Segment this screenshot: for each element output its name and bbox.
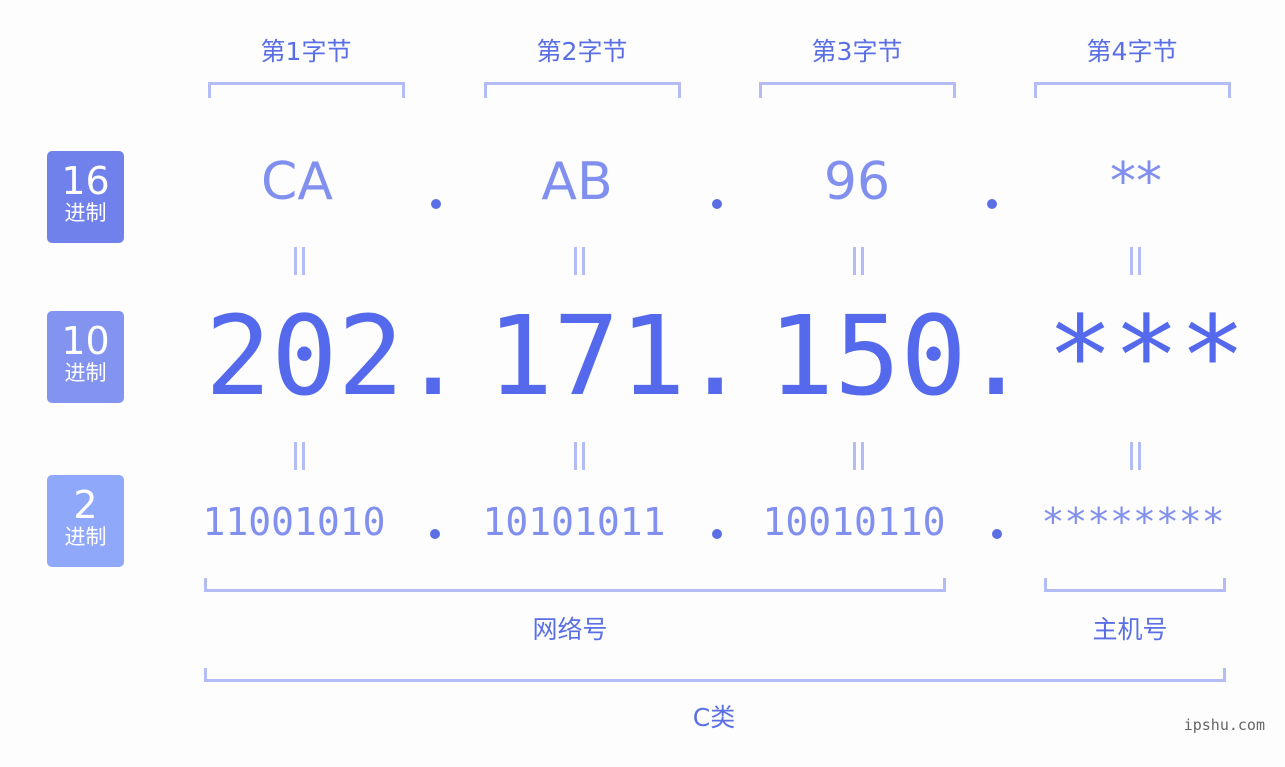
hex-separator-2 xyxy=(712,199,722,209)
decimal-byte-2: 171 xyxy=(487,292,686,420)
byte-bracket-3 xyxy=(759,82,956,98)
byte-title-2: 第2字节 xyxy=(536,37,628,66)
hex-byte-1: CA xyxy=(261,152,333,212)
badge-hex: 16 进制 xyxy=(47,151,124,243)
equals-icon xyxy=(572,247,586,275)
hex-byte-3: 96 xyxy=(823,152,891,212)
host-bracket xyxy=(1044,578,1226,592)
byte-bracket-4 xyxy=(1034,82,1231,98)
decimal-byte-1: 202 xyxy=(205,292,404,420)
byte-bracket-1 xyxy=(208,82,405,98)
network-label: 网络号 xyxy=(532,615,608,644)
equals-icon xyxy=(851,247,865,275)
decimal-separator-3: . xyxy=(963,292,1030,420)
binary-separator-2 xyxy=(712,529,722,539)
binary-byte-1: 11001010 xyxy=(202,500,386,544)
binary-byte-3: 10010110 xyxy=(762,500,946,544)
badge-decimal: 10 进制 xyxy=(47,311,124,403)
badge-binary-number: 2 xyxy=(73,483,98,527)
equals-icon xyxy=(292,442,306,470)
class-label: C类 xyxy=(692,703,736,732)
byte-title-4: 第4字节 xyxy=(1086,37,1178,66)
network-bracket xyxy=(204,578,946,592)
byte-title-3: 第3字节 xyxy=(811,37,903,66)
decimal-byte-4: *** xyxy=(1047,292,1246,420)
equals-icon xyxy=(1128,247,1142,275)
equals-icon xyxy=(292,247,306,275)
badge-decimal-number: 10 xyxy=(61,319,110,363)
byte-title-1: 第1字节 xyxy=(260,37,352,66)
class-bracket xyxy=(204,668,1226,682)
hex-byte-2: AB xyxy=(541,152,613,212)
binary-separator-3 xyxy=(992,529,1002,539)
watermark: ipshu.com xyxy=(1183,716,1265,734)
badge-hex-number: 16 xyxy=(61,159,110,203)
hex-byte-4: ** xyxy=(1110,152,1162,212)
hex-separator-1 xyxy=(431,199,441,209)
byte-bracket-2 xyxy=(484,82,681,98)
badge-binary: 2 进制 xyxy=(47,475,124,567)
equals-icon xyxy=(851,442,865,470)
binary-byte-2: 10101011 xyxy=(482,500,666,544)
hex-separator-3 xyxy=(987,199,997,209)
binary-separator-1 xyxy=(430,529,440,539)
badge-hex-label: 进制 xyxy=(64,201,107,225)
host-label: 主机号 xyxy=(1092,615,1168,644)
decimal-separator-1: . xyxy=(400,292,467,420)
binary-byte-4: ******** xyxy=(1041,500,1225,544)
equals-icon xyxy=(572,442,586,470)
badge-decimal-label: 进制 xyxy=(64,361,107,385)
decimal-byte-3: 150 xyxy=(768,292,967,420)
equals-icon xyxy=(1128,442,1142,470)
badge-binary-label: 进制 xyxy=(64,525,107,549)
decimal-separator-2: . xyxy=(682,292,749,420)
